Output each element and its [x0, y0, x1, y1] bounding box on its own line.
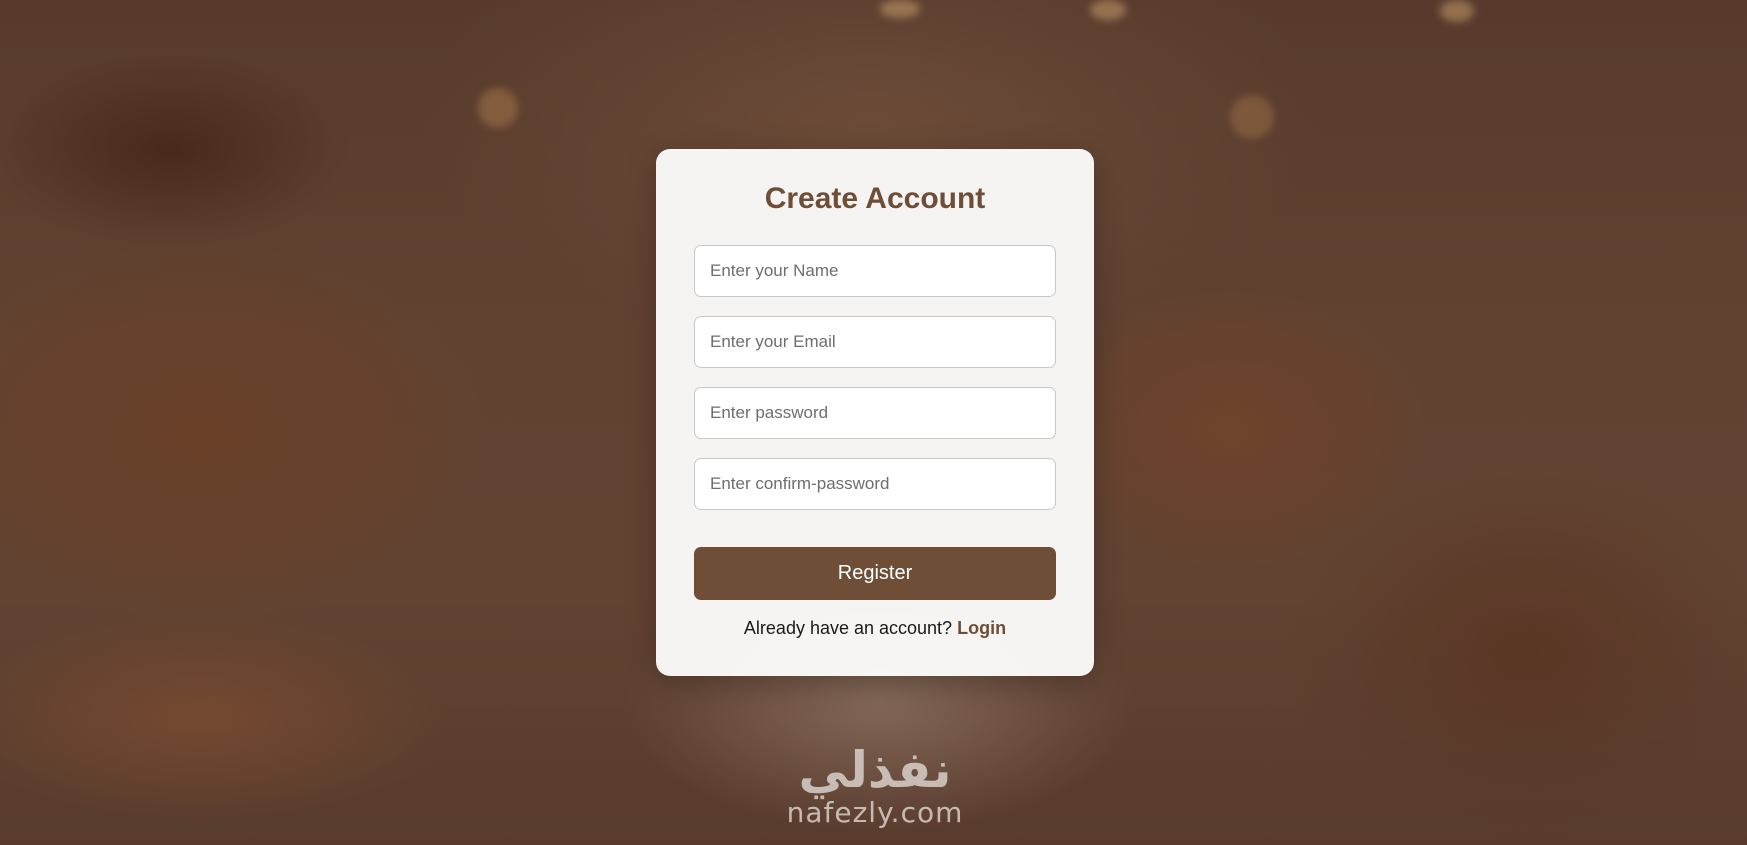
watermark-latin-text: nafezly.com: [786, 796, 964, 829]
page: Create Account Register Already have an …: [0, 0, 1747, 845]
form-title: Create Account: [764, 182, 986, 215]
password-input[interactable]: [694, 387, 1056, 439]
watermark-logo: نفذلي nafezly.com: [768, 742, 982, 842]
register-button[interactable]: Register: [694, 547, 1056, 600]
register-card: Create Account Register Already have an …: [656, 149, 1094, 676]
confirm-password-input[interactable]: [694, 458, 1056, 510]
name-input[interactable]: [694, 245, 1056, 297]
login-link[interactable]: Login: [957, 618, 1006, 638]
login-prompt-line: Already have an account? Login: [656, 618, 1094, 639]
login-prompt-text: Already have an account?: [743, 618, 953, 638]
watermark-arabic-text: نفذلي: [798, 741, 952, 799]
email-input[interactable]: [694, 316, 1056, 368]
